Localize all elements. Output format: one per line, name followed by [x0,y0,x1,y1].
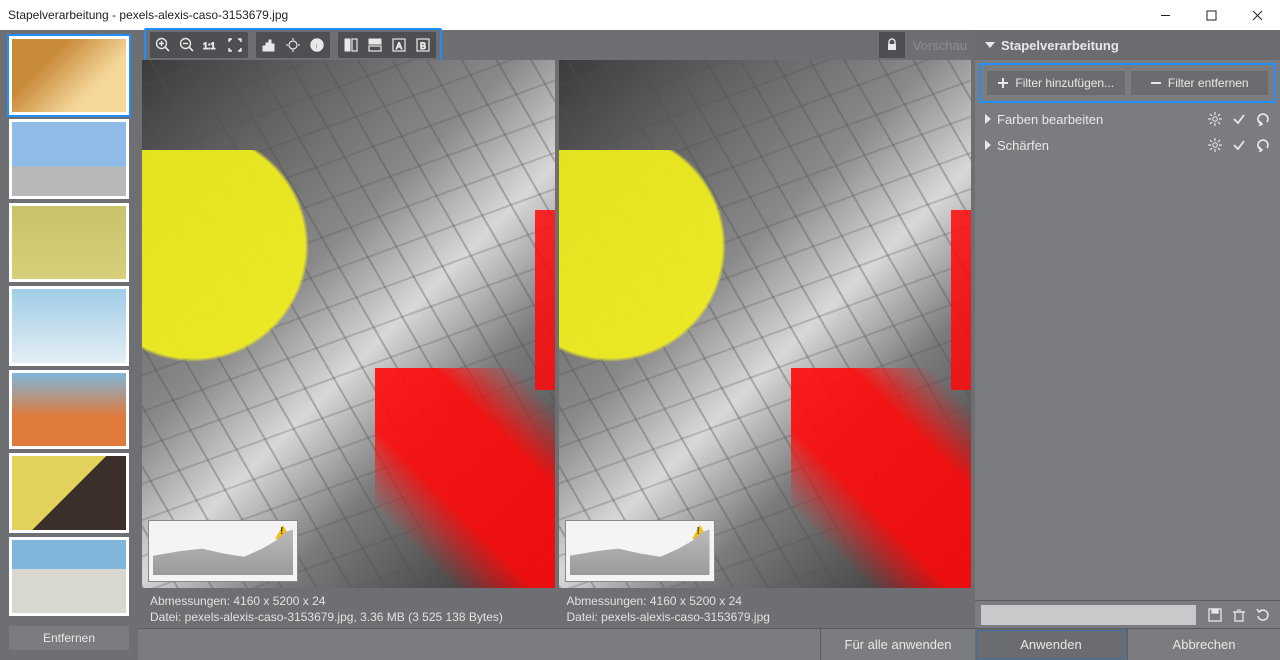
dimensions-label: Abmessungen: 4160 x 5200 x 24 [150,593,547,609]
close-button[interactable] [1234,0,1280,30]
histogram-overlay [565,520,715,582]
reset-icon[interactable] [1252,604,1274,626]
remove-filter-button[interactable]: Filter entfernen [1131,71,1269,95]
thumbnail[interactable] [9,36,129,115]
zoom-in-icon[interactable] [152,34,174,56]
file-label: Datei: pexels-alexis-caso-3153679.jpg [567,609,964,625]
file-label: Datei: pexels-alexis-caso-3153679.jpg, 3… [150,609,547,625]
thumbnail-strip: Entfernen [0,30,138,660]
apply-button[interactable]: Anwenden [975,629,1127,660]
maximize-button[interactable] [1188,0,1234,30]
clipping-warning-icon [275,525,291,539]
split-horizontal-icon[interactable] [364,34,386,56]
filter-label: Farben bearbeiten [997,112,1103,127]
titlebar: Stapelverarbeitung - pexels-alexis-caso-… [0,0,1280,30]
apply-all-button[interactable]: Für alle anwenden [820,629,975,660]
thumbnail[interactable] [9,537,129,616]
chevron-right-icon [985,114,991,124]
delete-preset-icon[interactable] [1228,604,1250,626]
svg-text:i: i [315,41,318,52]
thumbnail[interactable] [9,286,129,365]
preview-label: Vorschau [913,38,967,53]
svg-text:B: B [420,41,426,51]
add-filter-label: Filter hinzufügen... [1015,76,1114,90]
histogram-overlay [148,520,298,582]
lock-icon[interactable] [879,32,905,58]
svg-text:1:1: 1:1 [203,41,216,51]
remove-thumbnail-button[interactable]: Entfernen [9,626,129,650]
chevron-down-icon [985,42,995,48]
toolbar: 1:1 i A B Vorschau [138,30,975,60]
split-vertical-icon[interactable] [340,34,362,56]
cancel-button[interactable]: Abbrechen [1127,629,1280,660]
remove-filter-label: Filter entfernen [1168,76,1249,90]
preview-result: Abmessungen: 4160 x 5200 x 24 Datei: pex… [559,60,972,628]
filter-label: Schärfen [997,138,1049,153]
gear-icon[interactable] [1206,136,1224,154]
preset-toolbar [975,600,1280,628]
svg-text:A: A [396,41,402,51]
exposure-icon[interactable] [282,34,304,56]
panel-header[interactable]: Stapelverarbeitung [975,30,1280,60]
preview-image[interactable] [559,60,972,588]
gear-icon[interactable] [1206,110,1224,128]
thumbnail[interactable] [9,370,129,449]
right-panel: Stapelverarbeitung Filter hinzufügen... … [975,30,1280,660]
info-icon[interactable]: i [306,34,328,56]
filter-row-colors[interactable]: Farben bearbeiten [975,106,1280,132]
undo-icon[interactable] [1254,136,1272,154]
histogram-icon[interactable] [258,34,280,56]
panel-title: Stapelverarbeitung [1001,38,1119,53]
filter-row-sharpen[interactable]: Schärfen [975,132,1280,158]
preset-combo[interactable] [981,605,1196,625]
dimensions-label: Abmessungen: 4160 x 5200 x 24 [567,593,964,609]
view-a-icon[interactable]: A [388,34,410,56]
check-icon[interactable] [1230,110,1248,128]
thumbnail[interactable] [9,453,129,532]
preview-original: Abmessungen: 4160 x 5200 x 24 Datei: pex… [142,60,555,628]
fullscreen-icon[interactable] [224,34,246,56]
chevron-right-icon [985,140,991,150]
clipping-warning-icon [692,525,708,539]
thumbnail[interactable] [9,203,129,282]
thumbnail[interactable] [9,119,129,198]
zoom-1to1-icon[interactable]: 1:1 [200,34,222,56]
window-title: Stapelverarbeitung - pexels-alexis-caso-… [8,8,288,22]
view-b-icon[interactable]: B [412,34,434,56]
minimize-button[interactable] [1142,0,1188,30]
undo-icon[interactable] [1254,110,1272,128]
save-preset-icon[interactable] [1204,604,1226,626]
preview-image[interactable] [142,60,555,588]
add-filter-button[interactable]: Filter hinzufügen... [987,71,1125,95]
zoom-out-icon[interactable] [176,34,198,56]
check-icon[interactable] [1230,136,1248,154]
